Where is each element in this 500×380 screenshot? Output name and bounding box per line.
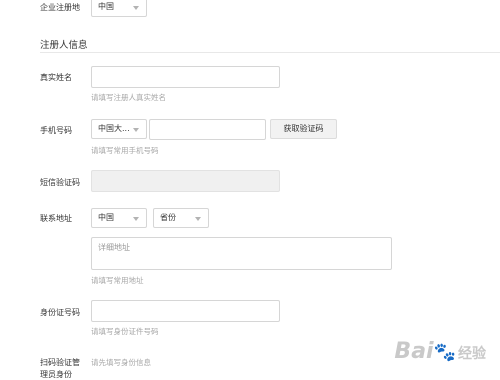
country-code-value: 中国大... [98, 124, 130, 133]
sms-code-label: 短信验证码 [40, 178, 80, 187]
address-country-value: 中国 [98, 213, 114, 222]
scan-verify-label-line2: 理员身份 [40, 370, 72, 379]
country-code-select[interactable]: 中国大... [91, 119, 147, 139]
scan-verify-label-line1: 扫码验证管 [40, 358, 80, 367]
real-name-hint: 请填写注册人真实姓名 [91, 93, 166, 102]
address-country-select[interactable]: 中国 [91, 208, 147, 228]
watermark-suffix: 经验 [458, 346, 486, 362]
chevron-down-icon [133, 217, 139, 221]
chevron-down-icon [195, 217, 201, 221]
real-name-label: 真实姓名 [40, 73, 72, 82]
get-code-button[interactable]: 获取验证码 [270, 119, 337, 139]
chevron-down-icon [133, 6, 139, 10]
address-detail-placeholder: 详细地址 [98, 243, 130, 252]
phone-label: 手机号码 [40, 126, 72, 135]
address-detail-textarea[interactable]: 详细地址 [91, 237, 392, 270]
reg-location-value: 中国 [98, 2, 114, 11]
watermark-brand: Bai [394, 339, 434, 364]
phone-input[interactable] [149, 119, 266, 140]
id-number-label: 身份证号码 [40, 308, 80, 317]
phone-hint: 请填写常用手机号码 [91, 146, 159, 155]
scan-verify-hint: 请先填写身份信息 [91, 358, 151, 367]
reg-location-label: 企业注册地 [40, 3, 80, 12]
sms-code-input[interactable] [91, 170, 280, 192]
baidu-jingyan-watermark: Bai🐾 经验 [394, 339, 486, 364]
chevron-down-icon [133, 128, 139, 132]
section-divider [40, 52, 500, 53]
address-hint: 请填写常用地址 [91, 276, 144, 285]
id-number-input[interactable] [91, 300, 280, 322]
reg-location-select[interactable]: 中国 [91, 0, 147, 17]
id-number-hint: 请填写身份证件号码 [91, 327, 159, 336]
province-value: 省份 [160, 213, 176, 222]
paw-icon: 🐾 [433, 342, 456, 363]
province-select[interactable]: 省份 [153, 208, 209, 228]
section-title: 注册人信息 [40, 40, 88, 51]
address-label: 联系地址 [40, 214, 72, 223]
real-name-input[interactable] [91, 66, 280, 88]
